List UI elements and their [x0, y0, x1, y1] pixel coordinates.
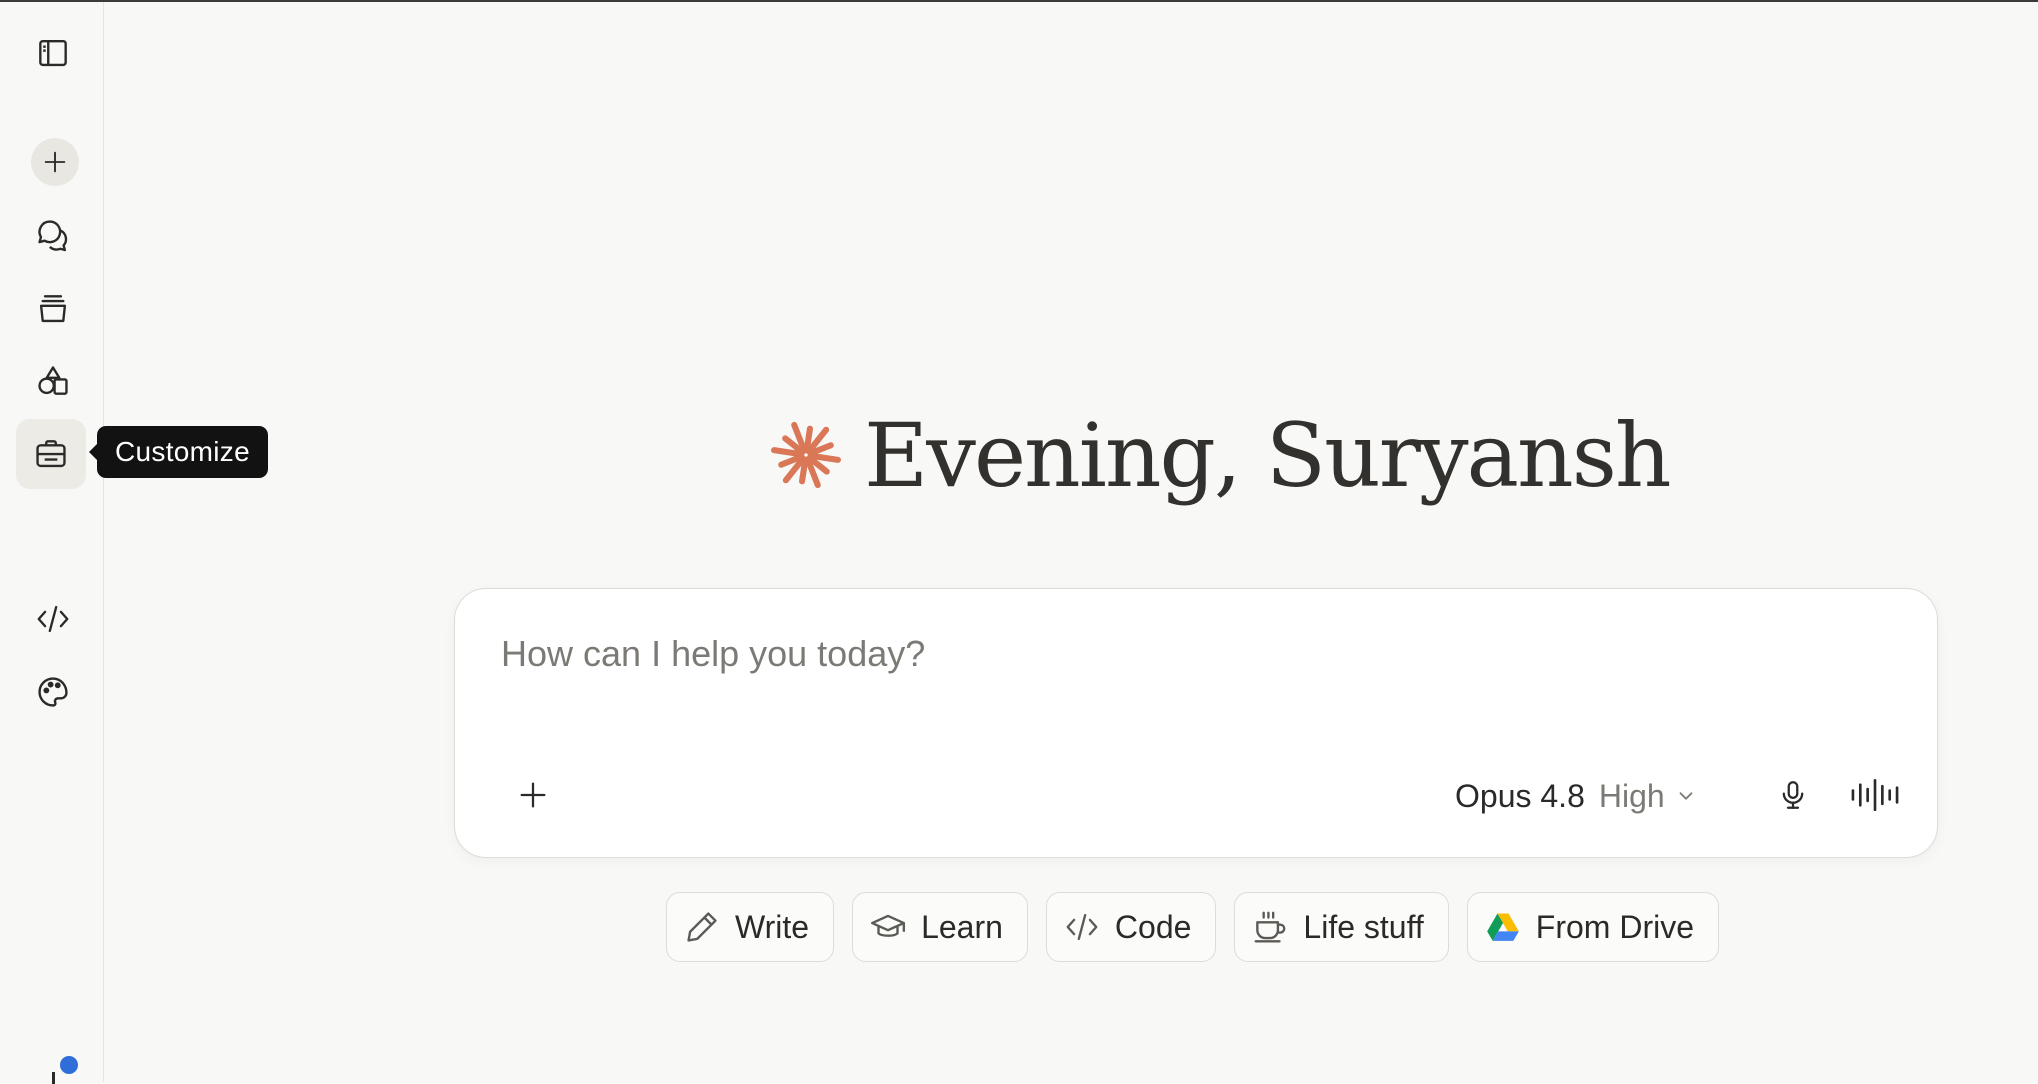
- chip-life-stuff[interactable]: Life stuff: [1234, 892, 1449, 962]
- model-selector[interactable]: Opus 4.8 High: [1455, 771, 1697, 821]
- audio-waveform-icon: [1851, 778, 1899, 812]
- google-drive-icon: [1486, 913, 1519, 941]
- notification-dot: [60, 1056, 78, 1074]
- code-icon: [1066, 913, 1098, 941]
- sidebar-item-projects[interactable]: [18, 274, 88, 344]
- chip-label: Life stuff: [1303, 908, 1424, 945]
- prompt-input[interactable]: [501, 633, 1881, 675]
- sidebar-item-artifacts[interactable]: [18, 346, 88, 416]
- chip-label: From Drive: [1535, 908, 1695, 945]
- shapes-icon: [38, 366, 68, 395]
- greeting-text: Evening, Suryansh: [864, 403, 1672, 507]
- microphone-icon: [1782, 781, 1804, 809]
- window-top-border: [0, 0, 2038, 2]
- chip-write[interactable]: Write: [666, 892, 835, 962]
- sidebar-toggle-icon: [39, 39, 67, 67]
- chevron-down-icon: [1679, 792, 1693, 800]
- chip-label: Code: [1114, 908, 1192, 945]
- voice-mode-button[interactable]: [1845, 767, 1905, 823]
- sidebar-item-design[interactable]: [18, 657, 88, 727]
- coffee-cup-icon: [1254, 911, 1286, 943]
- claude-spark-icon: [771, 421, 841, 489]
- greeting: Evening, Suryansh: [768, 395, 1672, 515]
- add-attachment-button[interactable]: [505, 767, 561, 823]
- graduation-cap-icon: [871, 914, 906, 937]
- briefcase-icon: [36, 440, 66, 468]
- palette-icon: [38, 677, 68, 707]
- pencil-icon: [687, 912, 717, 942]
- chip-code[interactable]: Code: [1045, 892, 1217, 962]
- message-composer: Opus 4.8 High: [454, 588, 1938, 858]
- sidebar-toggle-button[interactable]: [18, 18, 88, 88]
- sidebar-item-chats[interactable]: [18, 200, 88, 270]
- model-name: Opus 4.8: [1455, 777, 1585, 814]
- new-chat-button[interactable]: [31, 138, 79, 186]
- chip-learn[interactable]: Learn: [852, 892, 1028, 962]
- chats-icon: [38, 220, 68, 252]
- chip-from-drive[interactable]: From Drive: [1466, 892, 1720, 962]
- code-icon: [37, 605, 69, 633]
- suggestion-chips: Write Learn Code Life stuff From Drive: [666, 892, 1720, 962]
- plus-icon: [44, 151, 66, 173]
- dictation-button[interactable]: [1765, 767, 1821, 823]
- chip-label: Write: [735, 908, 810, 945]
- customize-tooltip: Customize: [89, 426, 268, 478]
- effort-level: High: [1598, 777, 1665, 814]
- plus-icon: [520, 782, 546, 808]
- stack-icon: [39, 295, 67, 323]
- sidebar-item-code[interactable]: [18, 584, 88, 654]
- sidebar-item-customize[interactable]: [16, 419, 86, 489]
- chip-label: Learn: [921, 908, 1003, 945]
- avatar[interactable]: [52, 1072, 55, 1084]
- sidebar: [0, 2, 104, 1084]
